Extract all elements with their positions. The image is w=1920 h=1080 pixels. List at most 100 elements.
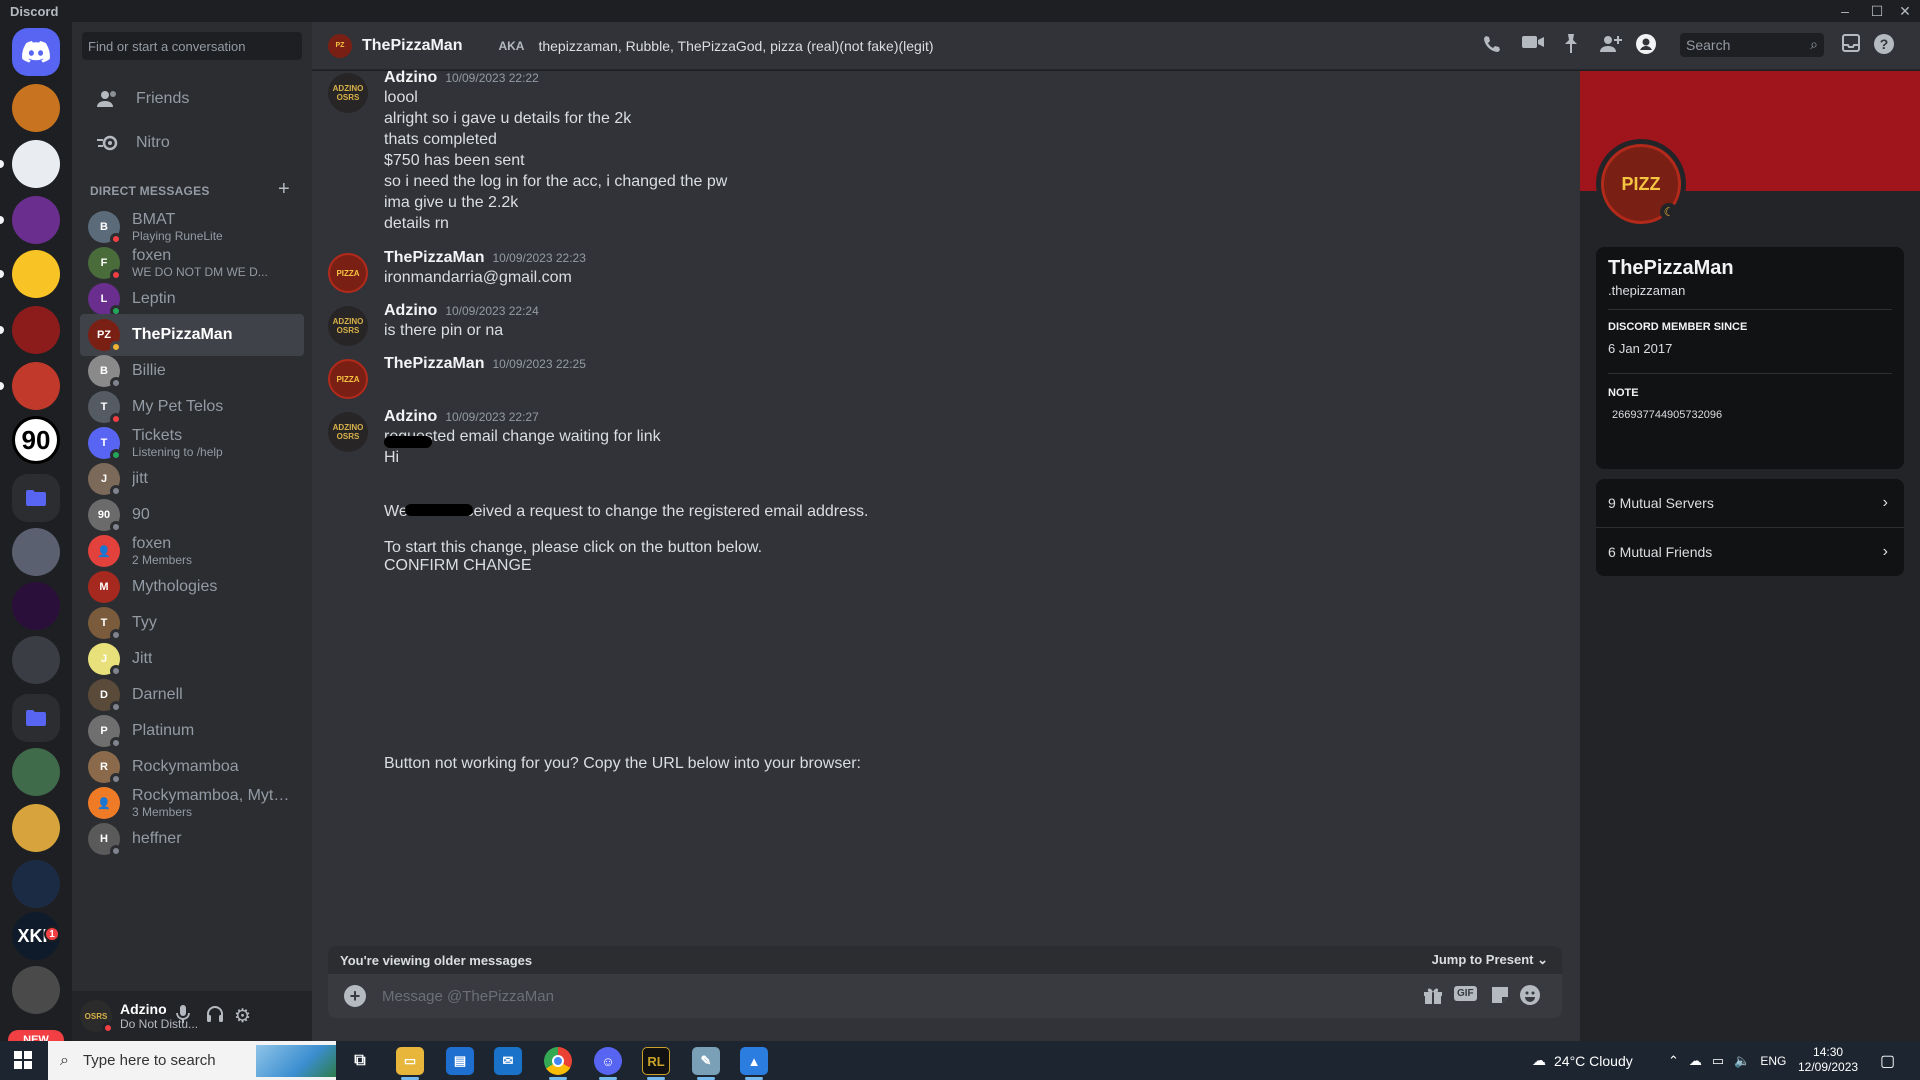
discord-taskbar-icon[interactable]: ☺	[594, 1047, 622, 1075]
profile-display-name: ThePizzaMan	[1608, 257, 1734, 279]
runelite-icon[interactable]: RL	[642, 1047, 670, 1075]
notifications-icon[interactable]: ▢	[1880, 1051, 1895, 1071]
server-person-icon[interactable]	[12, 966, 60, 1014]
create-dm-icon[interactable]: +	[278, 178, 290, 201]
dm-name: Darnell	[132, 686, 183, 703]
task-view-icon[interactable]: ⧉	[346, 1047, 374, 1075]
headphones-icon[interactable]	[206, 1005, 224, 1028]
message-author[interactable]: Adzino	[384, 408, 437, 425]
network-icon[interactable]: ▭	[1712, 1053, 1724, 1069]
chevron-up-icon[interactable]: ⌃	[1668, 1053, 1679, 1069]
discord-home-button[interactable]	[12, 28, 60, 76]
store-icon[interactable]: ▤	[446, 1047, 474, 1075]
message-input[interactable]	[382, 987, 1282, 1005]
message-timestamp: 10/09/2023 22:22	[445, 71, 539, 85]
header-search-input[interactable]: Search ⌕	[1680, 33, 1824, 57]
profile-avatar[interactable]: PIZZ ☾	[1596, 139, 1686, 229]
server-folder-icon[interactable]	[12, 474, 60, 522]
gif-button[interactable]: GIF	[1454, 986, 1477, 1001]
message-avatar[interactable]: PIZZA	[328, 359, 368, 399]
microphone-icon[interactable]	[176, 1005, 190, 1028]
message-timestamp: 10/09/2023 22:27	[445, 410, 539, 424]
server-helmet-icon[interactable]	[12, 636, 60, 684]
message-author[interactable]: Adzino	[384, 69, 437, 86]
server-santa-hat-icon[interactable]	[12, 362, 60, 410]
message-timestamp: 10/09/2023 22:23	[492, 251, 586, 265]
note-label: NOTE	[1608, 387, 1639, 399]
message-avatar[interactable]: ADZINO OSRS	[328, 306, 368, 346]
voice-call-icon[interactable]	[1482, 34, 1502, 59]
redacted-block	[384, 436, 432, 448]
message-timestamp: 10/09/2023 22:25	[492, 357, 586, 371]
mutual-friends-item[interactable]: 6 Mutual Friends ›	[1596, 528, 1904, 576]
message-author[interactable]: ThePizzaMan	[384, 249, 484, 266]
message-avatar[interactable]: ADZINO OSRS	[328, 412, 368, 452]
settings-gear-icon[interactable]: ⚙	[234, 1005, 251, 1028]
dm-sidebar: Find or start a conversation Friends Nit…	[72, 22, 312, 1041]
mail-icon[interactable]: ✉	[494, 1047, 522, 1075]
nitro-nav-item[interactable]: Nitro	[80, 122, 304, 164]
server-icon[interactable]: 90	[12, 416, 60, 464]
chevron-right-icon: ›	[1882, 543, 1888, 560]
search-icon: ⌕	[1810, 36, 1818, 52]
user-avatar[interactable]: OSRS	[80, 1000, 114, 1034]
profile-username: .thepizzaman	[1608, 283, 1686, 298]
taskbar-search-box[interactable]: ⌕ Type here to search	[48, 1041, 336, 1080]
message-avatar[interactable]: PIZZA	[328, 253, 368, 293]
chrome-icon[interactable]	[544, 1047, 572, 1075]
weather-widget[interactable]: ☁ 24°C Cloudy	[1532, 1041, 1633, 1080]
notepad-icon[interactable]: ✎	[692, 1047, 720, 1075]
file-explorer-icon[interactable]: ▭	[396, 1047, 424, 1075]
server-burger-icon[interactable]	[12, 84, 60, 132]
server-hockey-logo-icon[interactable]	[12, 140, 60, 188]
server-purple-avatar-icon[interactable]	[12, 196, 60, 244]
message-author[interactable]: ThePizzaMan	[384, 355, 484, 372]
server-folder-icon[interactable]	[12, 694, 60, 742]
sticker-icon[interactable]	[1490, 985, 1510, 1010]
jump-to-present-button[interactable]: Jump to Present ⌄	[1432, 952, 1548, 968]
server-spartan-logo-icon[interactable]	[12, 306, 60, 354]
clock[interactable]: 14:30 12/09/2023	[1798, 1045, 1858, 1075]
friends-nav-item[interactable]: Friends	[80, 78, 304, 120]
onedrive-icon[interactable]: ☁	[1689, 1053, 1702, 1069]
maximize-button[interactable]: ☐	[1862, 0, 1892, 22]
unread-badge: 1	[44, 926, 60, 942]
server-shush-emoji-icon[interactable]	[12, 250, 60, 298]
dm-item[interactable]: Hheffner	[80, 818, 304, 860]
message-author[interactable]: Adzino	[384, 302, 437, 319]
gift-icon[interactable]	[1423, 985, 1443, 1010]
dm-name: Tickets	[132, 427, 183, 444]
friends-icon	[92, 83, 124, 115]
dm-avatar: 90	[88, 499, 122, 533]
dm-name: My Pet Telos	[132, 398, 224, 415]
inbox-icon[interactable]	[1842, 34, 1860, 57]
minimize-button[interactable]: –	[1830, 0, 1860, 22]
emoji-icon[interactable]	[1520, 985, 1540, 1010]
windows-start-icon[interactable]	[14, 1051, 32, 1074]
help-icon[interactable]: ?	[1874, 34, 1894, 59]
mutual-servers-item[interactable]: 9 Mutual Servers ›	[1596, 479, 1904, 527]
photos-icon[interactable]: ▲	[740, 1047, 768, 1075]
aka-label: AKA	[498, 38, 525, 53]
language-indicator[interactable]: ENG	[1760, 1054, 1786, 1068]
header-avatar: PZ	[328, 33, 352, 58]
note-text[interactable]: 266937744905732096	[1612, 409, 1722, 421]
pinned-messages-icon[interactable]	[1562, 34, 1580, 59]
message-text: alright so i gave u details for the 2k	[384, 110, 632, 127]
dm-name: heffner	[132, 830, 182, 847]
server-crest-icon[interactable]	[12, 860, 60, 908]
user-profile-icon[interactable]	[1636, 34, 1656, 59]
upload-plus-icon[interactable]: +	[344, 985, 366, 1007]
server-statue-icon[interactable]	[12, 528, 60, 576]
server-king-avatar-icon[interactable]	[12, 748, 60, 796]
video-call-icon[interactable]	[1522, 34, 1544, 55]
volume-icon[interactable]: 🔈	[1734, 1053, 1750, 1069]
add-friends-icon[interactable]	[1600, 34, 1622, 59]
server-purple-creature-icon[interactable]	[12, 582, 60, 630]
dm-avatar: T	[88, 391, 122, 425]
dm-subtext: 2 Members	[132, 553, 193, 567]
message-avatar[interactable]: ADZINO OSRS	[328, 73, 368, 113]
close-button[interactable]: ✕	[1890, 0, 1920, 22]
server-duck-icon[interactable]	[12, 804, 60, 852]
find-conversation-input[interactable]: Find or start a conversation	[82, 32, 302, 60]
